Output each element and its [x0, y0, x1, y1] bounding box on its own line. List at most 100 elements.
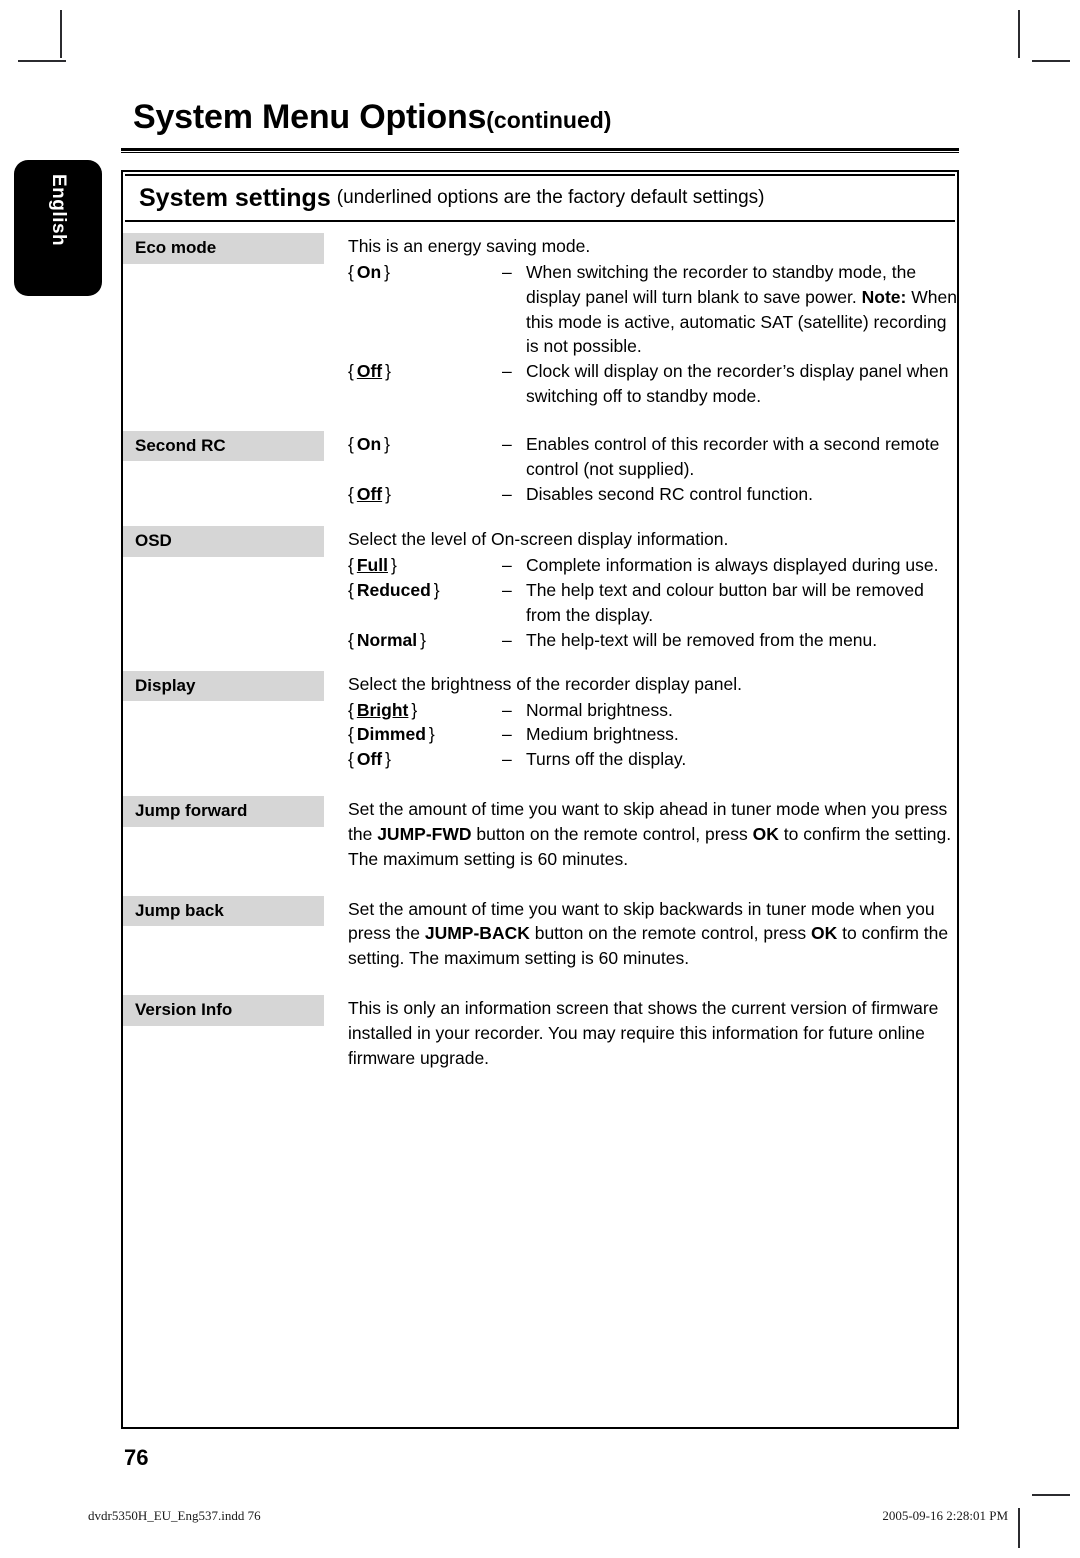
paragraph-emphasis: JUMP-FWD: [377, 823, 472, 844]
setting-option: {Bright} – Normal brightness.: [348, 698, 957, 723]
setting-option-key: {Bright}: [348, 698, 502, 723]
section-title: System settings: [139, 183, 331, 212]
setting-option-value: Bright: [356, 699, 409, 720]
heading-divider: [121, 148, 959, 153]
setting-option-value: Dimmed: [356, 724, 426, 745]
crop-mark-bottom-right-vertical: [1018, 1508, 1020, 1548]
settings-row: Version Info This is only an information …: [123, 993, 957, 1071]
crop-mark-top-left-vertical: [60, 10, 62, 58]
setting-option-dash: –: [502, 433, 512, 454]
brace-close: }: [385, 483, 391, 504]
settings-row: Eco mode This is an energy saving mode. {O…: [123, 231, 957, 409]
setting-option: {Normal} – The help-text will be removed f…: [348, 628, 957, 653]
setting-option: {Off} – Turns off the display.: [348, 747, 957, 772]
settings-row-label: Display: [123, 670, 324, 702]
setting-option-description: The help text and colour button bar will…: [526, 578, 957, 628]
setting-option-description-text: The help-text will be removed from the m…: [526, 629, 878, 650]
setting-option-dash: –: [502, 361, 512, 382]
settings-row-label-cell: Display: [123, 669, 324, 702]
settings-row: Second RC {On} – Enables control of this re…: [123, 429, 957, 507]
settings-row-paragraph: Set the amount of time you want to skip …: [348, 897, 957, 972]
setting-option-value: Off: [356, 361, 383, 382]
settings-row-label-cell: Version Info: [123, 993, 324, 1026]
setting-option-value: Off: [356, 483, 383, 504]
page-title-main: System Menu Options: [133, 98, 487, 136]
settings-row-content: Set the amount of time you want to skip …: [324, 794, 957, 872]
setting-option-value: Reduced: [356, 580, 431, 601]
brace-close: }: [384, 433, 391, 454]
setting-option-description-text: Enables control of this recorder with a …: [526, 433, 940, 479]
page-number: 76: [124, 1445, 149, 1470]
setting-option: {Reduced} – The help text and colour butto…: [348, 578, 957, 628]
paragraph-text: button on the remote control, press: [529, 923, 811, 944]
setting-option-key: {Normal}: [348, 628, 502, 653]
paragraph-emphasis: OK: [811, 923, 838, 944]
setting-option-dash: –: [502, 724, 512, 745]
settings-row-label: Second RC: [123, 430, 324, 462]
settings-row: OSD Select the level of On-screen display…: [123, 524, 957, 652]
settings-row: Display Select the brightness of the reco…: [123, 669, 957, 772]
setting-option-value: Full: [356, 555, 388, 576]
setting-option-description-text: Normal brightness.: [526, 699, 673, 720]
setting-option-value: Off: [356, 749, 383, 770]
setting-option-note-label: Note:: [861, 286, 907, 307]
setting-option: {On} – When switching the recorder to stan…: [348, 260, 957, 359]
setting-option-key: {Off}: [348, 359, 502, 384]
page-title-continued: (continued): [486, 107, 612, 133]
settings-row-content: Set the amount of time you want to skip …: [324, 894, 957, 972]
setting-option-key: {On}: [348, 260, 502, 285]
settings-row: Jump forward Set the amount of time you w…: [123, 794, 957, 872]
setting-option-dash: –: [502, 261, 512, 282]
setting-option-dash: –: [502, 629, 512, 650]
brace-open: {: [348, 580, 354, 601]
settings-row-label-cell: Second RC: [123, 429, 324, 462]
settings-row: Jump back Set the amount of time you want…: [123, 894, 957, 972]
setting-option-dash: –: [502, 580, 512, 601]
settings-row-content: This is only an information screen that …: [324, 993, 957, 1071]
brace-open: {: [348, 629, 354, 650]
settings-row-content: Select the level of On-screen display in…: [324, 524, 957, 652]
setting-option-description: Normal brightness.: [526, 698, 957, 723]
brace-close: }: [433, 580, 440, 601]
setting-option-key: {Off}: [348, 482, 502, 507]
brace-close: }: [385, 749, 391, 770]
setting-option-dash: –: [502, 699, 512, 720]
settings-row-label: Jump back: [123, 895, 324, 927]
crop-mark-bottom-right-horizontal: [1032, 1494, 1070, 1496]
section-header: System settings (underlined options are …: [125, 174, 955, 222]
crop-mark-top-right-horizontal: [1032, 60, 1070, 62]
brace-open: {: [348, 555, 354, 576]
setting-option-description-text: Complete information is always displayed…: [526, 555, 939, 576]
crop-mark-top-right-vertical: [1018, 10, 1020, 58]
paragraph-emphasis: OK: [752, 823, 779, 844]
language-tab: English: [14, 160, 102, 296]
page-title: System Menu Options(continued): [133, 98, 963, 137]
setting-option: {On} – Enables control of this recorder wi…: [348, 432, 957, 482]
settings-row-content: {On} – Enables control of this recorder wi…: [324, 429, 957, 507]
settings-row-label-cell: OSD: [123, 524, 324, 557]
setting-option-key: {Full}: [348, 553, 502, 578]
paragraph-emphasis: JUMP-BACK: [424, 923, 530, 944]
setting-option-description: Disables second RC control function.: [526, 482, 957, 507]
setting-option: {Full} – Complete information is always di…: [348, 553, 957, 578]
settings-row-intro: This is an energy saving mode.: [348, 236, 591, 256]
settings-row-label: Version Info: [123, 995, 324, 1026]
setting-option-description: Medium brightness.: [526, 722, 957, 747]
setting-option-description: Complete information is always displayed…: [526, 553, 957, 578]
setting-option-key: {Reduced}: [348, 578, 502, 603]
settings-row-label: Eco mode: [123, 233, 324, 264]
settings-row-paragraph: Set the amount of time you want to skip …: [348, 797, 957, 872]
crop-mark-top-left-horizontal: [18, 60, 66, 62]
setting-option-key: {Off}: [348, 747, 502, 772]
brace-open: {: [348, 433, 354, 454]
settings-row-label-cell: Jump forward: [123, 794, 324, 827]
settings-table-body: Eco mode This is an energy saving mode.{O…: [123, 231, 957, 1427]
setting-option-value: On: [356, 261, 382, 282]
settings-row-intro: Select the brightness of the recorder di…: [348, 673, 742, 694]
setting-option-key: {On}: [348, 432, 502, 457]
setting-option-description-text: Clock will display on the recorder’s dis…: [526, 361, 949, 407]
language-tab-label: English: [48, 174, 69, 247]
setting-option-description: Enables control of this recorder with a …: [526, 432, 957, 482]
setting-option-description-text: Medium brightness.: [526, 724, 679, 745]
setting-option-description: Turns off the display.: [526, 747, 957, 772]
